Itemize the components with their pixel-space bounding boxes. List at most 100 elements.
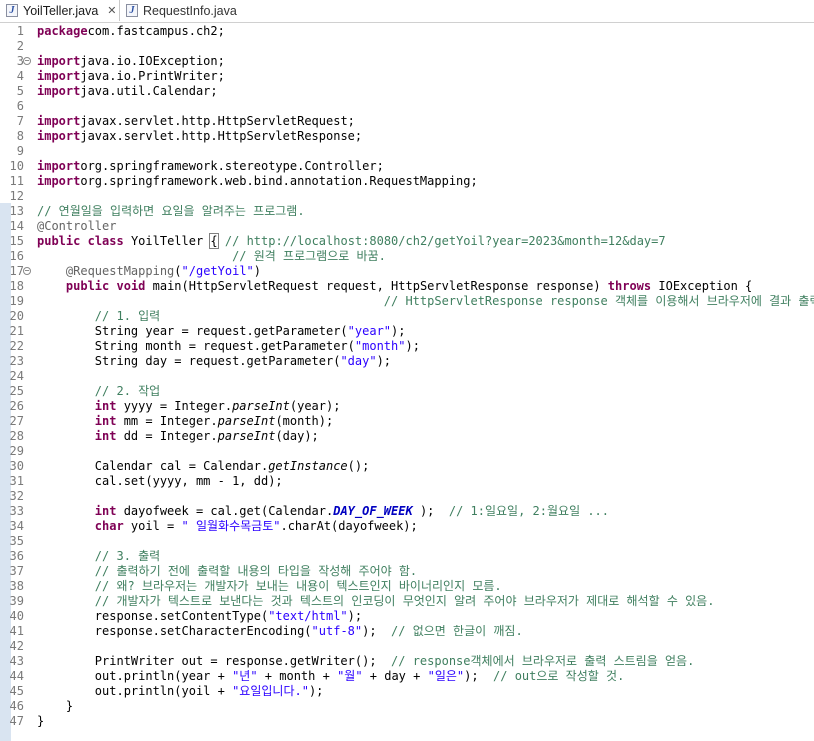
code-text: packagecom.fastcampus.ch2;: [37, 24, 225, 39]
close-icon[interactable]: ✕: [107, 4, 116, 17]
code-editor[interactable]: 1 packagecom.fastcampus.ch2; 2 3− importjava…: [0, 23, 814, 741]
line-number: 43: [9, 654, 24, 668]
code-line[interactable]: 22 String month = request.getParameter("…: [0, 339, 814, 354]
code-line[interactable]: 37 // 출력하기 전에 출력할 내용의 타입을 작성해 주어야 함.: [0, 564, 814, 579]
code-line[interactable]: 44 out.println(year + "년" + month + "월" …: [0, 669, 814, 684]
code-token: );: [362, 624, 392, 638]
code-line[interactable]: 30 Calendar cal = Calendar.getInstance()…: [0, 459, 814, 474]
line-number: 5: [16, 84, 24, 98]
fold-toggle-icon[interactable]: −: [23, 57, 31, 65]
line-number: 22: [9, 339, 24, 353]
tab-yoilteller[interactable]: J YoilTeller.java ✕: [0, 0, 120, 21]
code-text: // 연월일을 입력하면 요일을 알려주는 프로그램.: [37, 204, 305, 219]
code-line[interactable]: 45 out.println(yoil + "요일입니다.");: [0, 684, 814, 699]
code-line[interactable]: 39 // 개발자가 텍스트로 보낸다는 것과 텍스트의 인코딩이 무엇인지 알…: [0, 594, 814, 609]
line-number: 3: [16, 54, 24, 68]
code-line[interactable]: 2: [0, 39, 814, 54]
line-number: 17: [9, 264, 24, 278]
code-line[interactable]: 6: [0, 99, 814, 114]
code-line[interactable]: 12: [0, 189, 814, 204]
code-token: // 1:일요일, 2:월요일 ...: [448, 504, 610, 518]
code-line[interactable]: 29: [0, 444, 814, 459]
code-line[interactable]: 40 response.setContentType("text/html");: [0, 609, 814, 624]
code-line[interactable]: 26 int yyyy = Integer.parseInt(year);: [0, 399, 814, 414]
code-line[interactable]: 24: [0, 369, 814, 384]
code-line[interactable]: 11 importorg.springframework.web.bind.ann…: [0, 174, 814, 189]
code-token: package: [37, 24, 88, 38]
code-line[interactable]: 8 importjavax.servlet.http.HttpServletRes…: [0, 129, 814, 144]
code-line[interactable]: 21 String year = request.getParameter("y…: [0, 324, 814, 339]
code-line[interactable]: 9: [0, 144, 814, 159]
code-token: + day +: [362, 669, 428, 683]
code-line[interactable]: 28 int dd = Integer.parseInt(day);: [0, 429, 814, 444]
line-number: 16: [9, 249, 24, 263]
code-token: }: [37, 714, 45, 728]
code-line[interactable]: 42: [0, 639, 814, 654]
editor-tab-bar: J YoilTeller.java ✕ J RequestInfo.java: [0, 0, 814, 23]
code-line[interactable]: 36 // 3. 출력: [0, 549, 814, 564]
code-line[interactable]: 7 importjavax.servlet.http.HttpServletReq…: [0, 114, 814, 129]
line-number: 32: [9, 489, 24, 503]
line-number: 28: [9, 429, 24, 443]
code-line[interactable]: 19 // HttpServletResponse response 객체를 이…: [0, 294, 814, 309]
code-line[interactable]: 25 // 2. 작업: [0, 384, 814, 399]
code-text: importjavax.servlet.http.HttpServletResp…: [37, 129, 362, 144]
code-token: "day": [340, 354, 377, 368]
code-line[interactable]: 13 // 연월일을 입력하면 요일을 알려주는 프로그램.: [0, 204, 814, 219]
code-line[interactable]: 14 @Controller: [0, 219, 814, 234]
code-line[interactable]: 43 PrintWriter out = response.getWriter(…: [0, 654, 814, 669]
code-token: // out으로 작성할 것.: [493, 669, 625, 683]
code-text: // 왜? 브라우저는 개발자가 보내는 내용이 텍스트인지 바이너리인지 모름…: [37, 579, 502, 594]
code-line[interactable]: 23 String day = request.getParameter("da…: [0, 354, 814, 369]
code-line[interactable]: 4 importjava.io.PrintWriter;: [0, 69, 814, 84]
code-text: int yyyy = Integer.parseInt(year);: [37, 399, 341, 414]
code-line[interactable]: 1 packagecom.fastcampus.ch2;: [0, 24, 814, 39]
code-line[interactable]: 34 char yoil = " 일월화수목금토".charAt(dayofwe…: [0, 519, 814, 534]
line-number: 4: [16, 69, 24, 83]
line-number: 23: [9, 354, 24, 368]
line-number: 30: [9, 459, 24, 473]
code-line[interactable]: 20 // 1. 입력: [0, 309, 814, 324]
code-line[interactable]: 38 // 왜? 브라우저는 개발자가 보내는 내용이 텍스트인지 바이너리인지…: [0, 579, 814, 594]
tab-requestinfo[interactable]: J RequestInfo.java: [126, 0, 246, 21]
code-line[interactable]: 32: [0, 489, 814, 504]
code-token: out.println(year +: [37, 669, 233, 683]
code-line[interactable]: 46 }: [0, 699, 814, 714]
code-token: parseInt: [217, 414, 276, 428]
code-token: import: [37, 174, 81, 188]
code-line[interactable]: 17− @RequestMapping("/getYoil"): [0, 264, 814, 279]
code-token: );: [405, 339, 420, 353]
code-line[interactable]: 10 importorg.springframework.stereotype.C…: [0, 159, 814, 174]
code-line[interactable]: 3− importjava.io.IOException;: [0, 54, 814, 69]
code-text: // 출력하기 전에 출력할 내용의 타입을 작성해 주어야 함.: [37, 564, 417, 579]
code-text: Calendar cal = Calendar.getInstance();: [37, 459, 370, 474]
code-line[interactable]: 33 int dayofweek = cal.get(Calendar.DAY_…: [0, 504, 814, 519]
code-token: import: [37, 69, 81, 83]
code-line[interactable]: 31 cal.set(yyyy, mm - 1, dd);: [0, 474, 814, 489]
fold-toggle-icon[interactable]: −: [23, 267, 31, 275]
code-token: "년": [232, 669, 258, 683]
code-line[interactable]: 41 response.setCharacterEncoding("utf-8"…: [0, 624, 814, 639]
code-line[interactable]: 27 int mm = Integer.parseInt(month);: [0, 414, 814, 429]
code-line[interactable]: 47}: [0, 714, 814, 729]
code-line[interactable]: 16 // 원격 프로그램으로 바꿈.: [0, 249, 814, 264]
code-text: int dd = Integer.parseInt(day);: [37, 429, 319, 444]
code-token: "/getYoil": [181, 264, 254, 278]
code-line[interactable]: 5 importjava.util.Calendar;: [0, 84, 814, 99]
tab-label: RequestInfo.java: [143, 3, 237, 18]
code-token: throws: [607, 279, 652, 293]
line-number: 27: [9, 414, 24, 428]
code-line[interactable]: 35: [0, 534, 814, 549]
code-line[interactable]: 15 public class YoilTeller { // http://lo…: [0, 233, 814, 249]
code-token: // 개발자가 텍스트로 보낸다는 것과 텍스트의 인코딩이 무엇인지 알려 주…: [94, 594, 715, 608]
code-line[interactable]: 18 public void main(HttpServletRequest r…: [0, 279, 814, 294]
code-token: {: [209, 233, 219, 249]
